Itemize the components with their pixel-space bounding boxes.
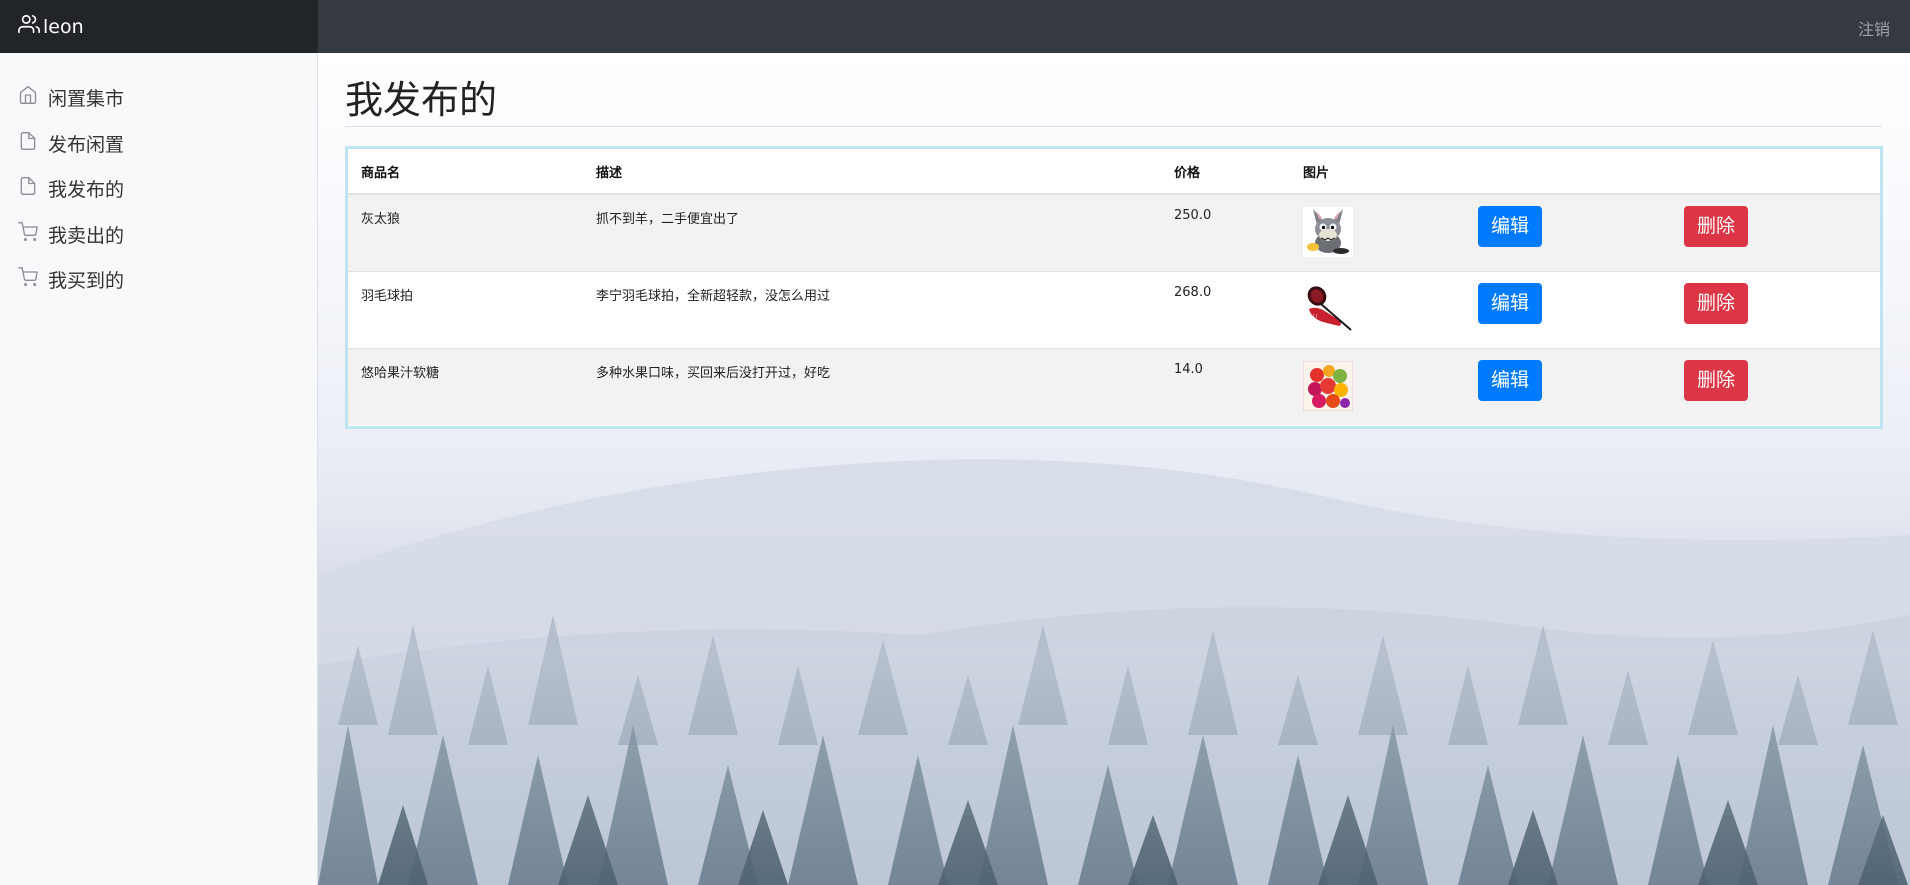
products-table: 商品名 描述 价格 图片 灰太狼 抓不到羊，二手便宜出了 250.0 编辑 删除… bbox=[348, 149, 1880, 425]
home-icon bbox=[18, 85, 48, 110]
product-name: 羽毛球拍 bbox=[361, 288, 414, 304]
column-header-price: 价格 bbox=[1161, 149, 1290, 195]
main-content: 我发布的 商品名 描述 价格 图片 灰太狼 抓不到羊，二手便宜出了 250.0 … bbox=[318, 53, 1910, 885]
edit-cell: 编辑 bbox=[1465, 271, 1671, 348]
product-image-cell bbox=[1290, 194, 1465, 271]
page-title: 我发布的 bbox=[345, 78, 498, 122]
sidebar-item-label: 我发布的 bbox=[48, 179, 125, 202]
top-navbar: leon 注销 bbox=[0, 0, 1910, 53]
product-price: 14.0 bbox=[1174, 361, 1203, 377]
users-icon bbox=[18, 13, 43, 40]
wolf-image[interactable] bbox=[1303, 207, 1353, 257]
table-row: 灰太狼 抓不到羊，二手便宜出了 250.0 编辑 删除 bbox=[348, 194, 1880, 271]
edit-button[interactable]: 编辑 bbox=[1478, 206, 1542, 247]
column-header-name: 商品名 bbox=[348, 149, 583, 195]
column-header-description: 描述 bbox=[583, 149, 1161, 195]
forest-background bbox=[318, 425, 1910, 885]
column-header-edit bbox=[1465, 149, 1671, 195]
sidebar-item-publish[interactable]: 发布闲置 bbox=[0, 121, 317, 167]
delete-cell: 删除 bbox=[1671, 348, 1880, 425]
table-row: 羽毛球拍 李宁羽毛球拍，全新超轻款，没怎么用过 268.0 LI 编辑 删除 bbox=[348, 271, 1880, 348]
delete-cell: 删除 bbox=[1671, 271, 1880, 348]
file-icon bbox=[18, 131, 48, 156]
delete-button[interactable]: 删除 bbox=[1684, 282, 1748, 324]
sidebar-item-label: 我买到的 bbox=[48, 270, 125, 293]
cart-icon bbox=[18, 267, 48, 292]
sidebar-item-my-sold[interactable]: 我卖出的 bbox=[0, 212, 317, 258]
product-image-cell bbox=[1290, 348, 1465, 425]
svg-text:LI: LI bbox=[1313, 314, 1317, 320]
delete-cell: 删除 bbox=[1671, 194, 1880, 271]
edit-cell: 编辑 bbox=[1465, 348, 1671, 425]
username: leon bbox=[43, 15, 84, 38]
product-description: 抓不到羊，二手便宜出了 bbox=[596, 212, 740, 227]
racket-image[interactable]: LI bbox=[1303, 283, 1353, 334]
delete-button[interactable]: 删除 bbox=[1684, 359, 1748, 401]
product-price: 250.0 bbox=[1174, 208, 1212, 223]
logout-link[interactable]: 注销 bbox=[1858, 16, 1890, 40]
cart-icon bbox=[18, 221, 48, 247]
sidebar-item-my-bought[interactable]: 我买到的 bbox=[0, 257, 317, 303]
product-description: 李宁羽毛球拍，全新超轻款，没怎么用过 bbox=[596, 288, 831, 304]
table-row: 悠哈果汁软糖 多种水果口味，买回来后没打开过，好吃 14.0 编辑 删除 bbox=[348, 348, 1880, 425]
title-divider bbox=[345, 126, 1882, 127]
column-header-image: 图片 bbox=[1290, 149, 1465, 195]
products-table-container: 商品名 描述 价格 图片 灰太狼 抓不到羊，二手便宜出了 250.0 编辑 删除… bbox=[345, 146, 1883, 429]
sidebar-item-label: 发布闲置 bbox=[48, 133, 125, 156]
product-image-cell: LI bbox=[1290, 271, 1465, 348]
edit-cell: 编辑 bbox=[1465, 194, 1671, 271]
sidebar-item-market[interactable]: 闲置集市 bbox=[0, 75, 317, 121]
brand[interactable]: leon bbox=[0, 0, 318, 53]
product-description: 多种水果口味，买回来后没打开过，好吃 bbox=[596, 365, 831, 381]
sidebar-item-label: 闲置集市 bbox=[48, 88, 125, 111]
file-icon bbox=[18, 176, 48, 201]
product-price: 268.0 bbox=[1174, 284, 1212, 300]
product-name: 悠哈果汁软糖 bbox=[361, 365, 440, 381]
sidebar-item-label: 我卖出的 bbox=[48, 224, 125, 247]
edit-button[interactable]: 编辑 bbox=[1478, 359, 1542, 401]
product-name: 灰太狼 bbox=[361, 212, 401, 227]
delete-button[interactable]: 删除 bbox=[1684, 206, 1748, 247]
sidebar-item-my-published[interactable]: 我发布的 bbox=[0, 166, 317, 212]
edit-button[interactable]: 编辑 bbox=[1478, 282, 1542, 324]
column-header-delete bbox=[1671, 149, 1880, 195]
candy-image[interactable] bbox=[1303, 360, 1353, 411]
sidebar: 闲置集市 发布闲置 我发布的 我卖出的 我买到的 bbox=[0, 53, 318, 885]
table-header-row: 商品名 描述 价格 图片 bbox=[348, 149, 1880, 195]
